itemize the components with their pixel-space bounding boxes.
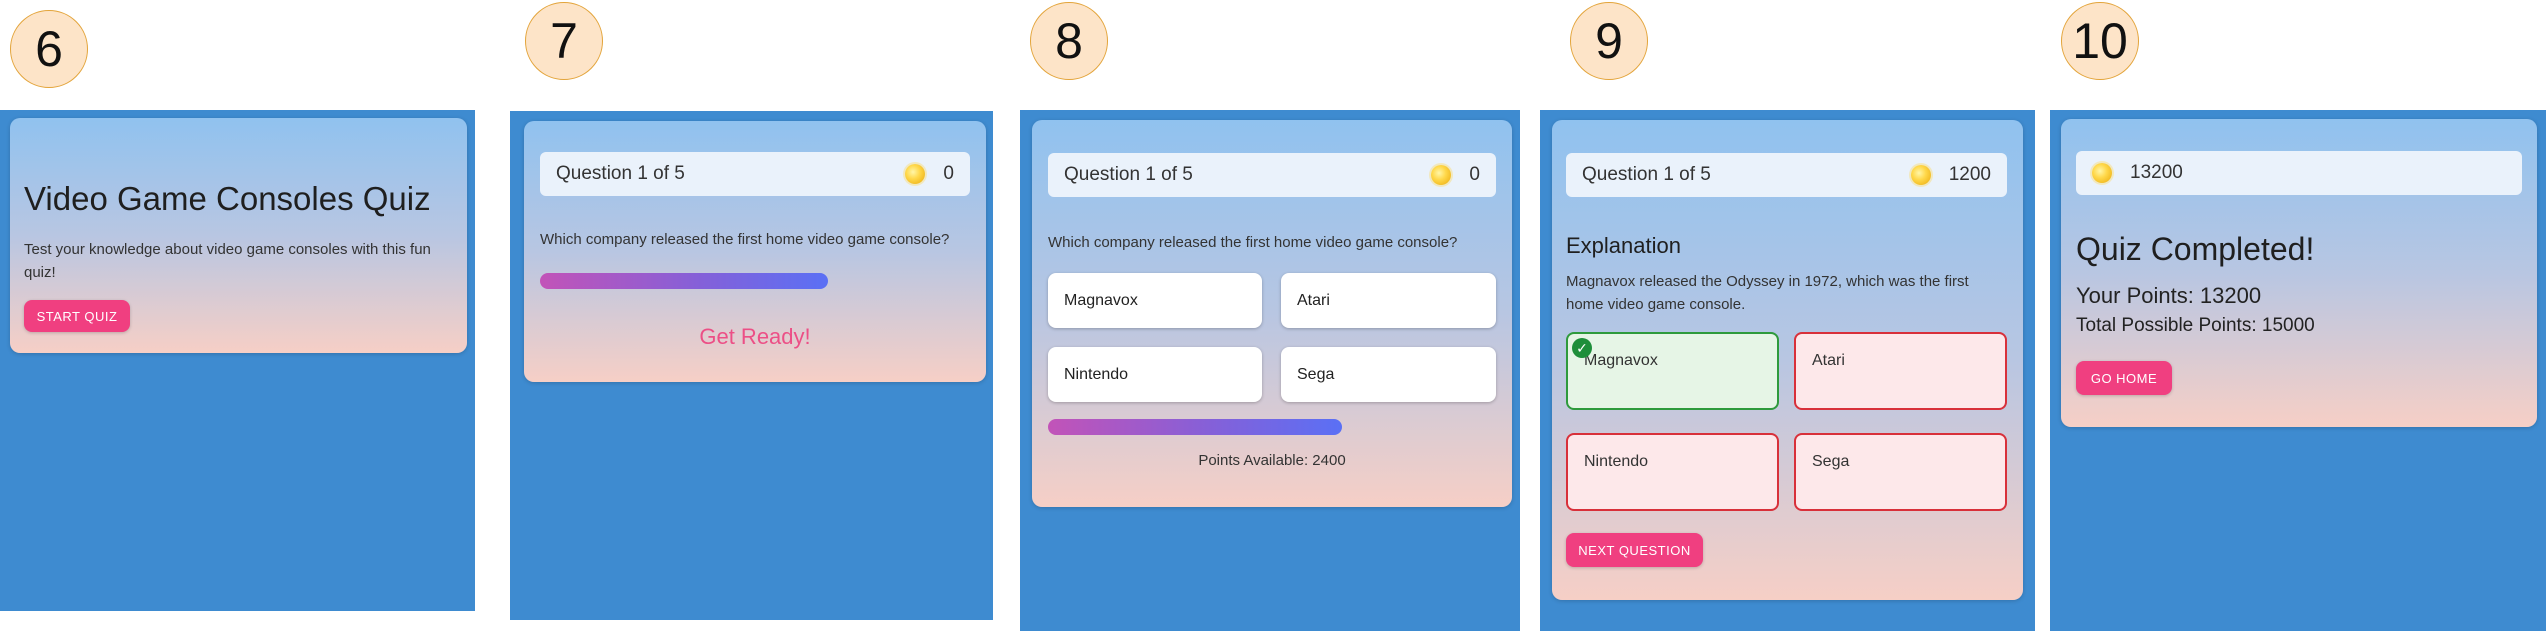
answer-option-atari[interactable]: Atari <box>1794 332 2007 410</box>
screen-get-ready: Question 1 of 5 0 Which company released… <box>510 111 993 620</box>
get-ready-text: Get Ready! <box>699 324 811 349</box>
quiz-intro-card: Video Game Consoles Quiz Test your knowl… <box>10 118 467 353</box>
option-label: Magnavox <box>1584 352 1658 369</box>
step-badge-6: 6 <box>10 10 88 88</box>
points-value: 0 <box>943 163 954 184</box>
quiz-completed-title: Quiz Completed! <box>2076 231 2315 267</box>
screen-question: Question 1 of 5 0 Which company released… <box>1020 110 1520 631</box>
screen-completed: 13200 Quiz Completed! Your Points: 13200… <box>2050 110 2546 631</box>
step-badge-8: 8 <box>1030 2 1108 80</box>
question-header: Question 1 of 5 1200 <box>1566 153 2007 197</box>
step-badge-9: 9 <box>1570 2 1648 80</box>
answer-option-nintendo[interactable]: Nintendo <box>1566 433 1779 511</box>
answer-option-atari[interactable]: Atari <box>1281 273 1496 328</box>
step-number: 10 <box>2072 13 2128 69</box>
quiz-title: Video Game Consoles Quiz <box>24 180 431 217</box>
your-points: Your Points: 13200 <box>2076 283 2262 308</box>
coin-icon <box>1910 165 1931 185</box>
points-value: 0 <box>1469 164 1480 185</box>
answer-option-sega[interactable]: Sega <box>1794 433 2007 511</box>
question-counter: Question 1 of 5 <box>1582 164 1711 185</box>
step-badge-10: 10 <box>2061 2 2139 80</box>
points-header: 13200 <box>2076 151 2522 195</box>
answer-option-sega[interactable]: Sega <box>1281 347 1496 402</box>
next-question-button[interactable]: NEXT QUESTION <box>1566 533 1703 567</box>
answer-option-nintendo[interactable]: Nintendo <box>1048 347 1262 402</box>
explanation-card: Question 1 of 5 1200 Explanation Magnavo… <box>1552 120 2023 600</box>
points-value: 13200 <box>2130 162 2183 183</box>
step-number: 9 <box>1595 13 1623 69</box>
explanation-title: Explanation <box>1566 233 1681 258</box>
step-badge-7: 7 <box>525 2 603 80</box>
answer-option-magnavox[interactable]: Magnavox <box>1048 273 1262 328</box>
screen-start: Video Game Consoles Quiz Test your knowl… <box>0 110 475 611</box>
option-label: Atari <box>1812 352 1845 369</box>
question-header: Question 1 of 5 0 <box>540 152 970 196</box>
step-number: 6 <box>35 21 63 77</box>
total-possible-points: Total Possible Points: 15000 <box>2076 315 2315 336</box>
timer-progress-bar <box>540 273 828 289</box>
checkmark-icon: ✓ <box>1572 338 1592 358</box>
step-number: 7 <box>550 13 578 69</box>
timer-progress-bar <box>1048 419 1342 435</box>
option-label: Sega <box>1812 453 1850 470</box>
coin-icon <box>1431 165 1452 185</box>
question-header: Question 1 of 5 0 <box>1048 153 1496 197</box>
question-text: Which company released the first home vi… <box>540 231 950 248</box>
start-quiz-button[interactable]: START QUIZ <box>24 300 130 332</box>
screen-explanation: Question 1 of 5 1200 Explanation Magnavo… <box>1540 110 2035 631</box>
coin-icon <box>2092 163 2112 183</box>
option-label: Nintendo <box>1584 453 1649 470</box>
coin-icon <box>905 164 926 184</box>
question-text: Which company released the first home vi… <box>1048 234 1458 251</box>
question-counter: Question 1 of 5 <box>1064 164 1193 185</box>
results-card: 13200 Quiz Completed! Your Points: 13200… <box>2061 119 2537 427</box>
explanation-text: Magnavox released the Odyssey in 1972, w… <box>1566 273 1969 313</box>
answer-option-magnavox[interactable]: ✓ Magnavox <box>1566 332 1779 410</box>
step-number: 8 <box>1055 13 1083 69</box>
question-card: Question 1 of 5 0 Which company released… <box>524 121 986 382</box>
quiz-description: Test your knowledge about video game con… <box>24 241 431 281</box>
question-card: Question 1 of 5 0 Which company released… <box>1032 120 1512 507</box>
points-value: 1200 <box>1948 164 1991 185</box>
question-counter: Question 1 of 5 <box>556 163 685 184</box>
go-home-button[interactable]: GO HOME <box>2076 361 2172 395</box>
points-available: Points Available: 2400 <box>1198 452 1346 469</box>
